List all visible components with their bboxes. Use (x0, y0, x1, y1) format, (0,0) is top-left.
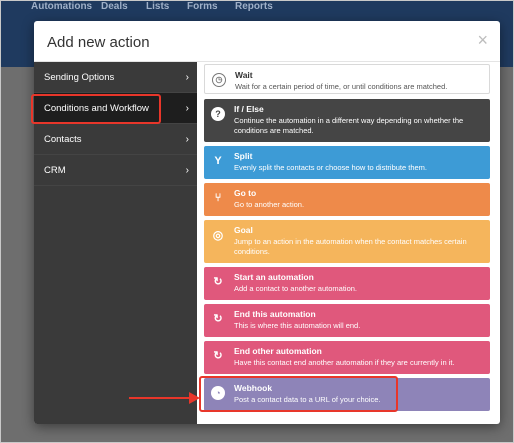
arrow-right-icon (189, 392, 200, 404)
add-action-modal: Add new action × Sending Options › Condi… (34, 21, 500, 424)
nav-item-deals[interactable]: Deals (101, 1, 128, 12)
action-title: If / Else (234, 104, 264, 114)
action-title: Start an automation (234, 272, 314, 282)
action-description: Have this contact end another automation… (234, 358, 455, 367)
action-go-to[interactable]: ⑂ Go to Go to another action. (204, 183, 490, 216)
modal-header: Add new action × (34, 21, 500, 62)
refresh-icon: ↻ (213, 276, 223, 288)
nav-item-reports[interactable]: Reports (235, 1, 273, 12)
sidebar-item-sending-options[interactable]: Sending Options › (34, 62, 197, 93)
action-end-other-automation[interactable]: ↻ End other automation Have this contact… (204, 341, 490, 374)
chevron-right-icon: › (185, 134, 189, 145)
refresh-icon: ↻ (213, 350, 223, 362)
sidebar-item-label: Sending Options (44, 72, 115, 83)
sidebar-item-label: CRM (44, 165, 66, 176)
annotation-arrow-shaft (129, 397, 191, 399)
action-description: Jump to an action in the automation when… (234, 237, 467, 256)
sidebar-item-crm[interactable]: CRM › (34, 155, 197, 186)
target-icon: ◎ (212, 228, 224, 242)
action-title: Goal (234, 225, 253, 235)
sidebar-item-label: Contacts (44, 134, 82, 145)
action-title: End this automation (234, 309, 316, 319)
action-description: Evenly split the contacts or choose how … (234, 163, 428, 172)
modal-title: Add new action (47, 34, 150, 51)
nav-item-automations[interactable]: Automations (31, 1, 92, 12)
highlight-box-conditions (31, 94, 161, 124)
action-title: Go to (234, 188, 257, 198)
action-if-else[interactable]: ? If / Else Continue the automation in a… (204, 99, 490, 142)
action-description: Wait for a certain period of time, or un… (235, 82, 448, 91)
action-wait[interactable]: ◷ Wait Wait for a certain period of time… (204, 64, 490, 94)
refresh-icon: ↻ (213, 313, 223, 325)
nav-item-lists[interactable]: Lists (146, 1, 169, 12)
action-list: ◷ Wait Wait for a certain period of time… (204, 62, 496, 424)
action-title: Split (234, 151, 253, 161)
action-description: Add a contact to another automation. (234, 284, 357, 293)
action-title: Wait (235, 70, 253, 80)
action-split[interactable]: Y Split Evenly split the contacts or cho… (204, 146, 490, 179)
action-goal[interactable]: ◎ Goal Jump to an action in the automati… (204, 220, 490, 263)
action-description: This is where this automation will end. (234, 321, 361, 330)
action-description: Continue the automation in a different w… (234, 116, 464, 135)
close-icon[interactable]: × (477, 30, 488, 51)
chevron-right-icon: › (185, 103, 189, 114)
split-icon: Y (214, 155, 222, 167)
goto-icon: ⑂ (214, 192, 222, 204)
action-end-this-automation[interactable]: ↻ End this automation This is where this… (204, 304, 490, 337)
question-icon: ? (211, 107, 225, 121)
clock-icon: ◷ (212, 73, 226, 87)
nav-item-forms[interactable]: Forms (187, 1, 218, 12)
highlight-box-webhook (199, 376, 398, 412)
screenshot-frame: Automations Deals Lists Forms Reports Ad… (0, 0, 514, 443)
chevron-right-icon: › (185, 72, 189, 83)
action-title: End other automation (234, 346, 322, 356)
action-description: Go to another action. (234, 200, 305, 209)
action-start-an-automation[interactable]: ↻ Start an automation Add a contact to a… (204, 267, 490, 300)
sidebar-item-contacts[interactable]: Contacts › (34, 124, 197, 155)
chevron-right-icon: › (185, 165, 189, 176)
